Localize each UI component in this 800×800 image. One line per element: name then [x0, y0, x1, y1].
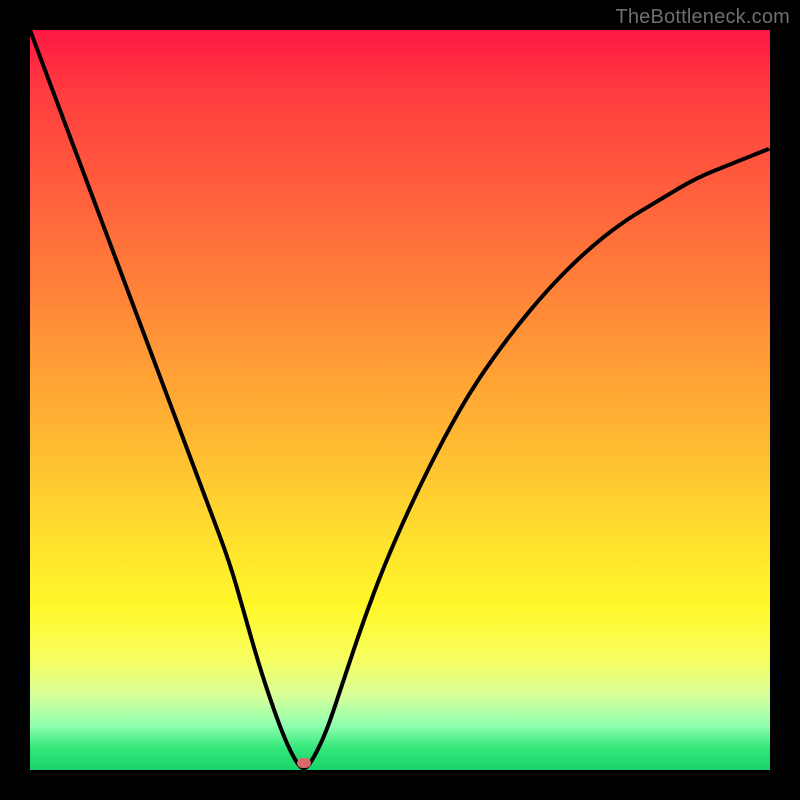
chart-frame: TheBottleneck.com	[0, 0, 800, 800]
bottleneck-curve	[30, 30, 770, 770]
watermark-text: TheBottleneck.com	[615, 6, 790, 29]
curve-path	[30, 30, 770, 768]
optimum-marker	[297, 758, 311, 768]
plot-area	[30, 30, 770, 770]
